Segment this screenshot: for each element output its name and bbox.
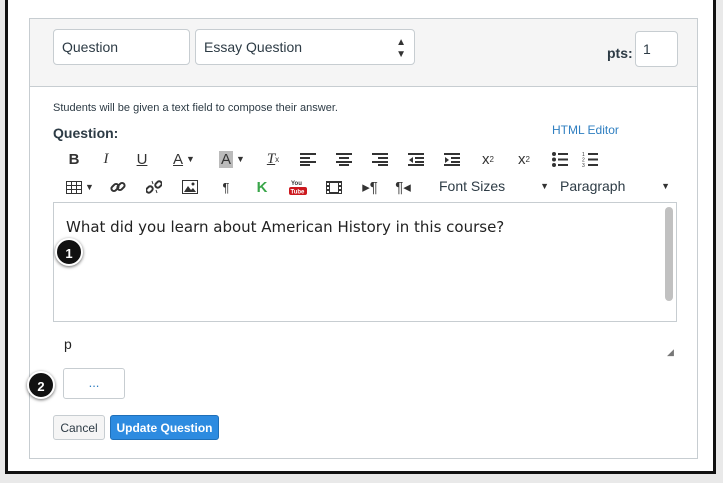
question-name-input[interactable] xyxy=(53,29,190,65)
unlink-icon[interactable] xyxy=(136,176,172,198)
paragraph-label: Paragraph xyxy=(560,178,626,194)
toolbar-row-2: ▼ ¶ K You Tube ▸¶ ¶◂ xyxy=(60,175,418,199)
chevron-down-icon: ▼ xyxy=(540,181,549,191)
question-label: Question: xyxy=(53,125,119,141)
resize-handle-icon[interactable]: ◢ xyxy=(667,347,674,358)
align-right-icon[interactable] xyxy=(362,148,398,170)
youtube-icon[interactable]: You Tube xyxy=(280,176,316,198)
bullet-list-icon[interactable] xyxy=(542,148,578,170)
underline-icon[interactable]: U xyxy=(124,148,160,170)
select-arrows-icon: ▲ ▼ xyxy=(396,37,406,60)
media-icon[interactable] xyxy=(316,176,352,198)
cancel-button[interactable]: Cancel xyxy=(53,415,105,440)
kaltura-icon[interactable]: K xyxy=(244,176,280,198)
points-input[interactable] xyxy=(635,31,678,67)
rich-content-editor[interactable]: What did you learn about American Histor… xyxy=(53,202,677,322)
element-path[interactable]: p xyxy=(64,336,72,352)
chevron-down-icon: ▼ xyxy=(661,181,670,191)
outdent-icon[interactable] xyxy=(398,148,434,170)
step-badge-2: 2 xyxy=(27,371,55,399)
editor-scrollbar[interactable] xyxy=(665,207,673,301)
svg-text:Tube: Tube xyxy=(291,190,306,196)
question-header: Essay Question ▲▼ pts: xyxy=(30,19,697,87)
html-editor-link[interactable]: HTML Editor xyxy=(552,123,619,137)
toolbar-row-1: B I U A ▼ A ▼ Tx x2 x2 123 xyxy=(60,147,602,171)
update-question-button[interactable]: Update Question xyxy=(110,415,219,440)
clear-formatting-icon[interactable]: Tx xyxy=(256,148,290,170)
window-frame: Essay Question ▲▼ pts: Students will be … xyxy=(5,0,716,474)
background-color-icon[interactable]: A ▼ xyxy=(208,148,256,170)
font-sizes-dropdown[interactable]: Font Sizes ▼ xyxy=(439,175,549,197)
step-badge-1: 1 xyxy=(55,238,83,266)
subscript-icon[interactable]: x2 xyxy=(506,148,542,170)
image-icon[interactable] xyxy=(172,176,208,198)
bold-icon[interactable]: B xyxy=(60,148,88,170)
svg-text:You: You xyxy=(291,181,302,187)
pilcrow-icon[interactable]: ¶ xyxy=(208,176,244,198)
indent-icon[interactable] xyxy=(434,148,470,170)
font-sizes-label: Font Sizes xyxy=(439,178,506,194)
ltr-icon[interactable]: ▸¶ xyxy=(352,176,388,198)
align-left-icon[interactable] xyxy=(290,148,326,170)
svg-text:3: 3 xyxy=(582,163,585,167)
rtl-icon[interactable]: ¶◂ xyxy=(388,176,418,198)
link-icon[interactable] xyxy=(100,176,136,198)
italic-icon[interactable]: I xyxy=(88,148,124,170)
numbered-list-icon[interactable]: 123 xyxy=(578,148,602,170)
pts-label: pts: xyxy=(607,45,633,61)
editor-content[interactable]: What did you learn about American Histor… xyxy=(66,218,504,236)
paragraph-dropdown[interactable]: Paragraph ▼ xyxy=(560,175,670,197)
superscript-icon[interactable]: x2 xyxy=(470,148,506,170)
align-center-icon[interactable] xyxy=(326,148,362,170)
table-icon[interactable]: ▼ xyxy=(60,176,100,198)
question-type-value: Essay Question xyxy=(204,39,303,55)
answer-hint: Students will be given a text field to c… xyxy=(53,102,338,114)
callout-box: ... xyxy=(63,368,125,399)
question-editor-panel: Essay Question ▲▼ pts: Students will be … xyxy=(29,18,698,459)
text-color-icon[interactable]: A ▼ xyxy=(160,148,208,170)
question-type-select[interactable]: Essay Question ▲ ▼ xyxy=(195,29,415,65)
